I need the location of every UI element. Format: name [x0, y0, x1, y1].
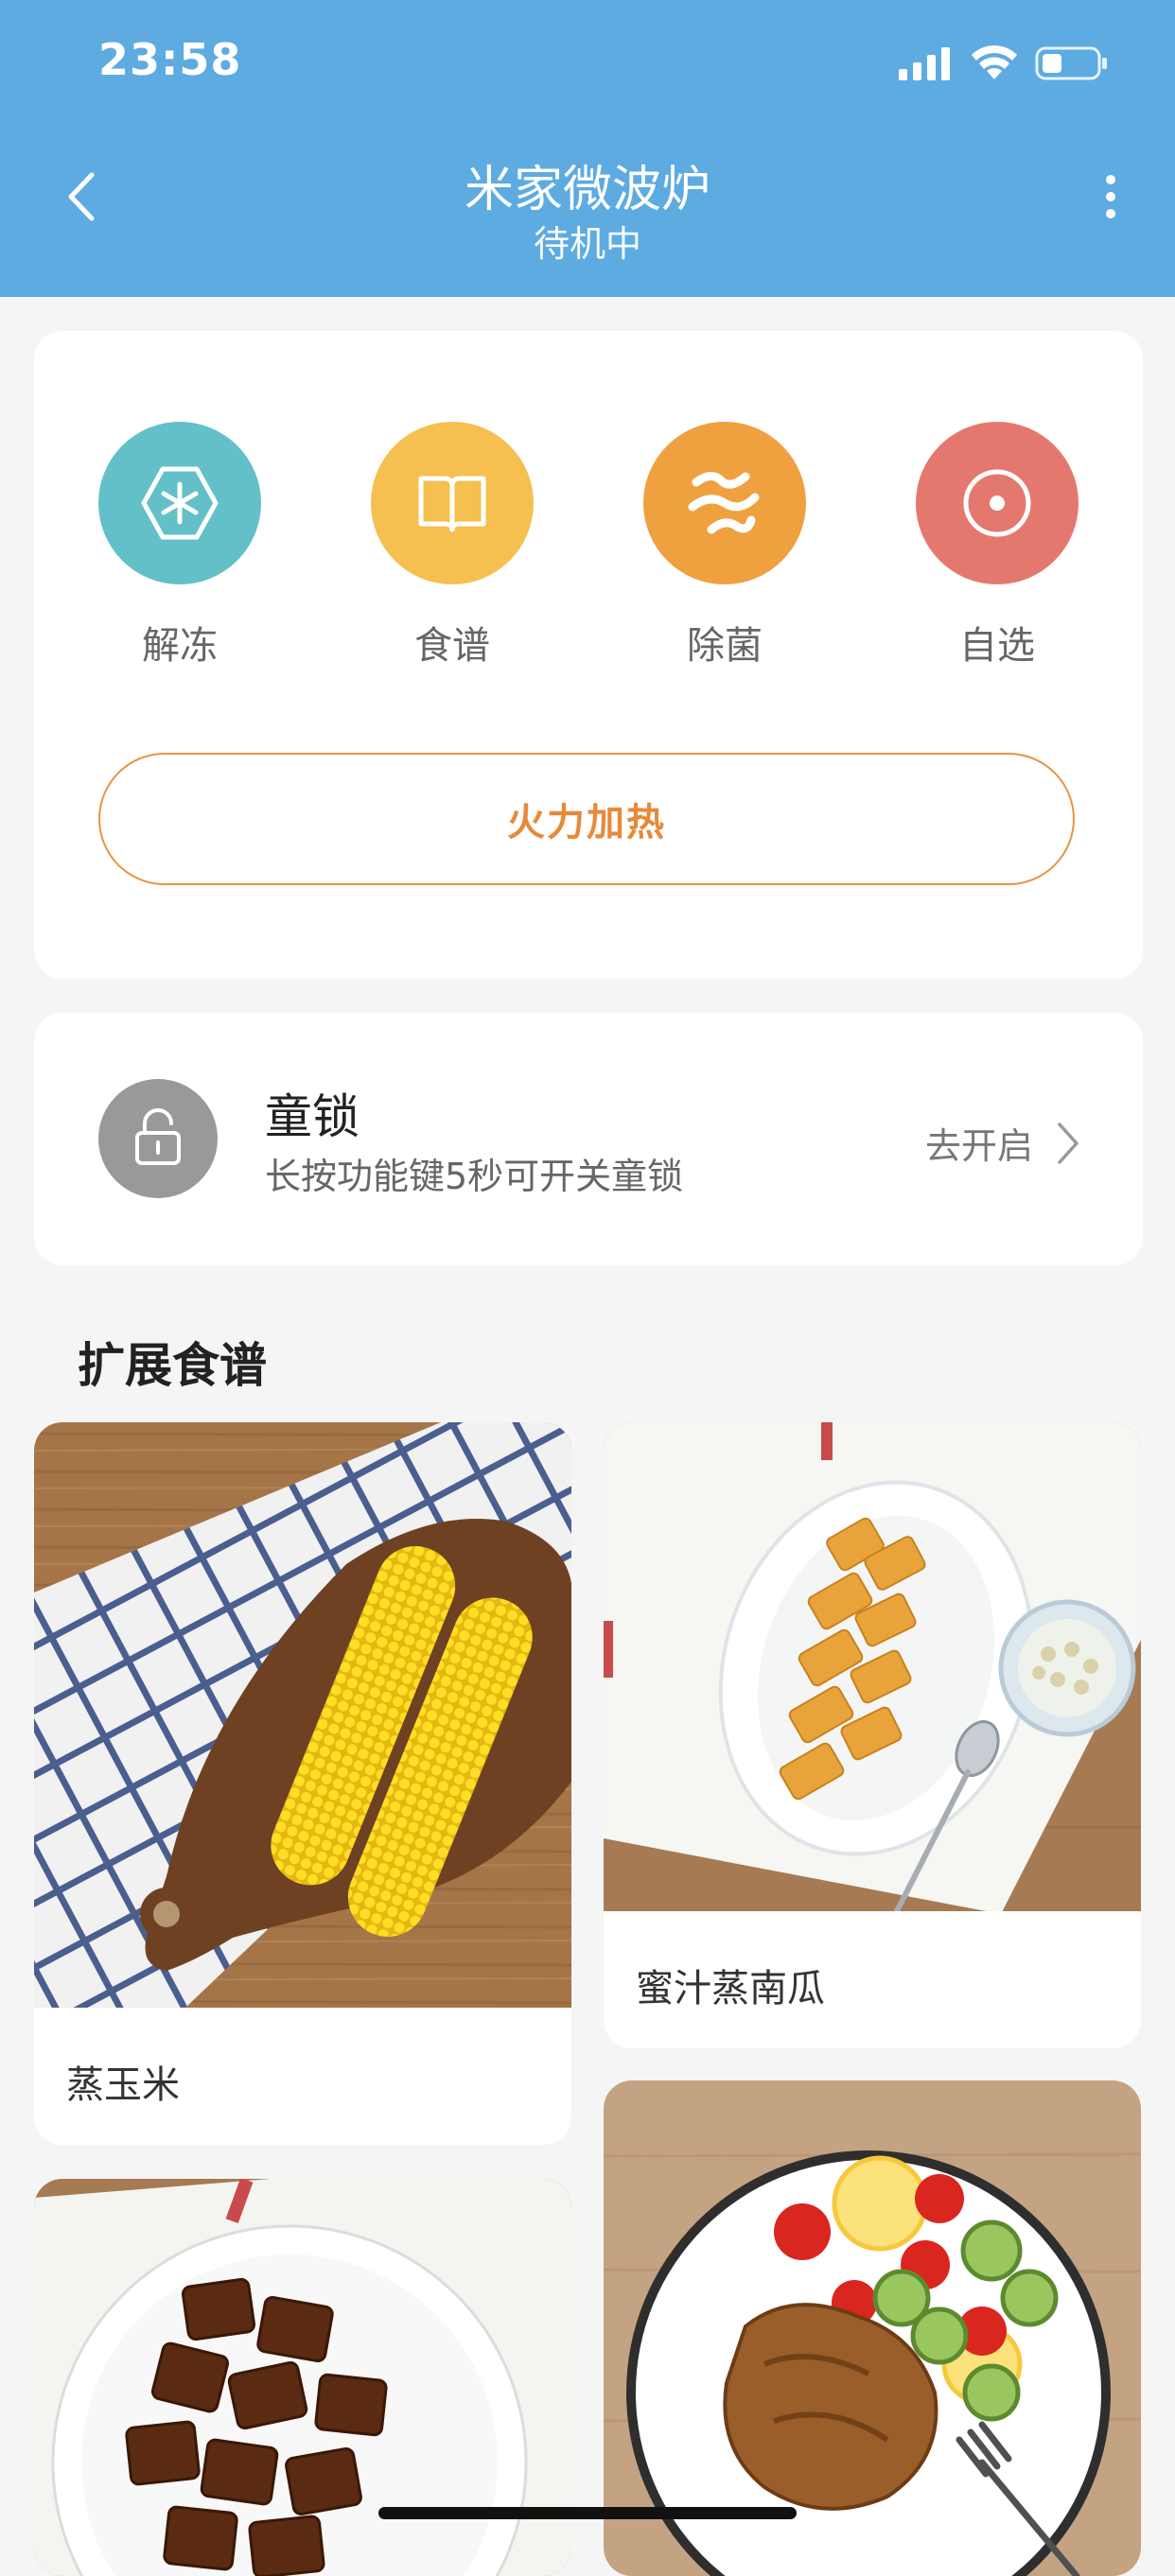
heat-power-button[interactable]: 火力加热 [98, 753, 1075, 885]
section-title: 扩展食谱 [78, 1338, 267, 1393]
modes-card: 解冻 食谱 除菌 自选 火力加热 [34, 331, 1143, 979]
home-indicator[interactable] [378, 2507, 797, 2519]
sterilize-icon [643, 422, 806, 584]
mode-label: 除菌 [687, 624, 763, 668]
recipe-card[interactable]: 蒸玉米 [34, 1422, 571, 2145]
recipe-book-icon [371, 422, 534, 584]
recipe-image [604, 2080, 1141, 2576]
enable-child-lock[interactable]: 去开启 [925, 1117, 1080, 1169]
recipe-card[interactable] [604, 2080, 1141, 2576]
child-lock-title: 童锁 [265, 1089, 360, 1144]
status-time: 23:58 [98, 34, 242, 85]
defrost-icon [98, 422, 261, 584]
app-header: 23:58 米家微波炉 待机中 [0, 0, 1175, 297]
wifi-icon [972, 45, 1017, 79]
title-area: 米家微波炉 待机中 [0, 159, 1175, 267]
mode-sterilize[interactable]: 除菌 [643, 422, 806, 670]
recipe-card[interactable]: 蜜汁蒸南瓜 [604, 1422, 1141, 2048]
child-lock-description: 长按功能键5秒可开关童锁 [265, 1156, 684, 1197]
mode-defrost[interactable]: 解冻 [98, 422, 261, 670]
recipe-name: 蜜汁蒸南瓜 [636, 1967, 825, 2010]
child-lock-card[interactable]: 童锁 长按功能键5秒可开关童锁 去开启 [34, 1013, 1143, 1265]
mode-label: 食谱 [414, 624, 490, 668]
chevron-right-icon [1058, 1122, 1079, 1164]
device-status: 待机中 [533, 223, 641, 265]
signal-icon [899, 47, 950, 80]
recipe-image [34, 1422, 571, 2008]
mode-custom[interactable]: 自选 [916, 422, 1079, 670]
battery-icon [1035, 46, 1107, 80]
custom-icon [916, 422, 1079, 584]
unlock-icon [98, 1079, 218, 1198]
more-vertical-icon [1106, 175, 1115, 218]
mode-label: 解冻 [142, 624, 218, 668]
recipe-name: 蒸玉米 [66, 2063, 180, 2107]
status-icons [899, 44, 1109, 83]
mode-label: 自选 [959, 624, 1035, 668]
recipe-image [604, 1422, 1141, 1911]
more-button[interactable] [1084, 168, 1137, 225]
page-title: 米家微波炉 [464, 162, 710, 218]
mode-recipe[interactable]: 食谱 [371, 422, 534, 670]
enable-label: 去开启 [924, 1125, 1033, 1167]
